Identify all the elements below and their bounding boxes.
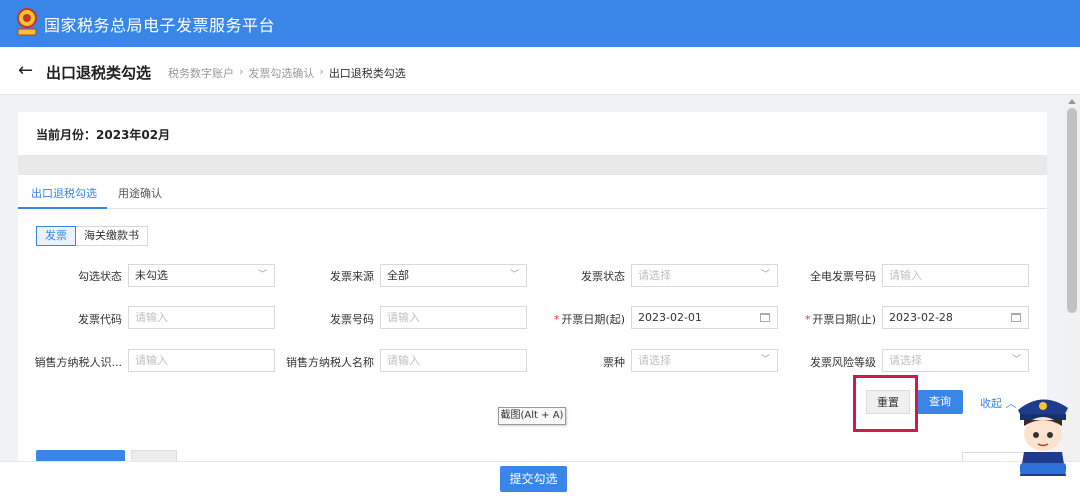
invoice-code-placeholder: 请输入: [135, 311, 168, 324]
invoice-status-label: 发票状态: [581, 270, 625, 283]
breadcrumb-item[interactable]: 税务数字账户: [168, 65, 234, 81]
invoice-status-select[interactable]: 请选择 ﹀: [631, 264, 778, 287]
scrollbar-thumb[interactable]: [1067, 108, 1077, 313]
segment-customs-payment[interactable]: 海关缴款书: [76, 226, 148, 246]
tax-emblem-icon: [17, 8, 37, 36]
check-status-label: 勾选状态: [78, 270, 122, 283]
annotation-highlight-box: [853, 375, 918, 432]
screenshot-tooltip: 截图(Alt + A): [498, 407, 566, 425]
date-start-label: * 开票日期(起): [540, 311, 625, 327]
invoice-no-placeholder: 请输入: [387, 311, 420, 324]
invoice-source-value: 全部: [387, 269, 409, 282]
check-status-select[interactable]: 未勾选 ﹀: [128, 264, 275, 287]
chevron-down-icon: ﹀: [1011, 355, 1021, 365]
chevron-right-icon: ›: [239, 65, 244, 78]
seller-name-input[interactable]: 请输入: [380, 349, 527, 372]
seller-name-label: 销售方纳税人名称: [286, 356, 374, 369]
tab-bar: 出口退税勾选 用途确认: [18, 175, 1047, 209]
chevron-down-icon: ﹀: [257, 270, 267, 280]
back-arrow-icon[interactable]: ←: [18, 60, 33, 81]
seller-name-placeholder: 请输入: [387, 354, 420, 367]
current-month-label: 当前月份：2023年02月: [36, 128, 171, 142]
collapse-label: 收起: [980, 397, 1002, 410]
ticket-type-select[interactable]: 请选择 ﹀: [631, 349, 778, 372]
breadcrumb-item[interactable]: 发票勾选确认: [248, 65, 314, 81]
risk-level-placeholder: 请选择: [889, 354, 922, 367]
assistant-mascot-icon[interactable]: [1010, 388, 1074, 476]
page-header: ← 出口退税类勾选 税务数字账户 › 发票勾选确认 › 出口退税类勾选: [0, 47, 1080, 95]
tab-export-refund-check[interactable]: 出口退税勾选: [31, 185, 97, 201]
check-status-value: 未勾选: [135, 269, 168, 282]
calendar-icon: [1011, 313, 1021, 322]
date-end-value: 2023-02-28: [889, 311, 953, 324]
full-elec-invoice-no-input[interactable]: 请输入: [882, 264, 1029, 287]
active-tab-indicator: [18, 207, 107, 209]
chevron-down-icon: ﹀: [760, 355, 770, 365]
full-elec-invoice-no-label: 全电发票号码: [810, 270, 876, 283]
breadcrumb-current: 出口退税类勾选: [328, 67, 406, 80]
seller-tax-id-label: 销售方纳税人识...: [34, 356, 123, 369]
top-bar: 国家税务总局电子发票服务平台: [0, 0, 1080, 47]
chevron-down-icon: ﹀: [509, 270, 519, 280]
risk-level-select[interactable]: 请选择 ﹀: [882, 349, 1029, 372]
invoice-no-input[interactable]: 请输入: [380, 306, 527, 329]
invoice-source-label: 发票来源: [330, 270, 374, 283]
date-start-label-text: 开票日期(起): [561, 313, 625, 326]
required-mark: *: [804, 313, 811, 326]
invoice-no-label: 发票号码: [330, 313, 374, 326]
tab-usage-confirm[interactable]: 用途确认: [118, 185, 162, 201]
divider-band: [18, 155, 1047, 175]
date-start-value: 2023-02-01: [638, 311, 702, 324]
calendar-icon: [760, 313, 770, 322]
submit-selection-button[interactable]: 提交勾选: [500, 466, 567, 492]
risk-level-label: 发票风险等级: [810, 356, 876, 369]
chevron-right-icon: ›: [319, 65, 324, 78]
chevron-down-icon: ﹀: [760, 270, 770, 280]
date-end-label-text: 开票日期(止): [812, 313, 876, 326]
invoice-status-placeholder: 请选择: [638, 269, 671, 282]
query-button[interactable]: 查询: [917, 390, 963, 414]
month-card: 当前月份：2023年02月: [18, 112, 1047, 155]
date-end-label: * 开票日期(止): [792, 311, 876, 327]
scroll-up-arrow-icon[interactable]: [1068, 99, 1076, 104]
seller-tax-id-placeholder: 请输入: [135, 354, 168, 367]
invoice-code-label: 发票代码: [78, 313, 122, 326]
platform-title: 国家税务总局电子发票服务平台: [44, 16, 276, 35]
date-end-picker[interactable]: 2023-02-28: [882, 306, 1029, 329]
ticket-type-placeholder: 请选择: [638, 354, 671, 367]
invoice-source-select[interactable]: 全部 ﹀: [380, 264, 527, 287]
date-start-picker[interactable]: 2023-02-01: [631, 306, 778, 329]
page-title: 出口退税类勾选: [46, 64, 152, 82]
invoice-code-input[interactable]: 请输入: [128, 306, 275, 329]
footer-bar: 提交勾选: [0, 461, 1080, 499]
full-elec-invoice-no-placeholder: 请输入: [889, 269, 922, 282]
required-mark: *: [553, 313, 560, 326]
seller-tax-id-input[interactable]: 请输入: [128, 349, 275, 372]
segment-invoice[interactable]: 发票: [36, 226, 76, 246]
document-type-switch: 发票 海关缴款书: [36, 226, 148, 246]
breadcrumb: 税务数字账户 › 发票勾选确认 › 出口退税类勾选: [168, 65, 406, 81]
ticket-type-label: 票种: [603, 356, 625, 369]
